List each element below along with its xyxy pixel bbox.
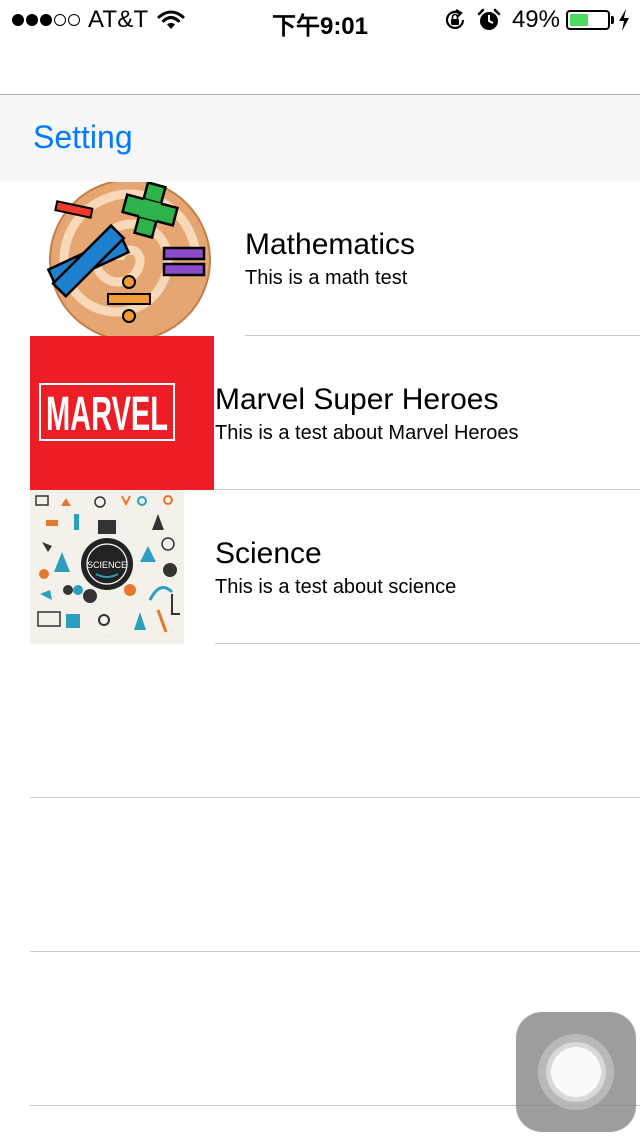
svg-text:· · · · · ·: · · · · · · bbox=[100, 634, 114, 639]
app-screen: AT&T 下午9:01 49% Setting Mathematics This… bbox=[0, 0, 640, 1136]
marvel-logo-text: MARVEL bbox=[46, 388, 168, 441]
assistive-touch-button[interactable] bbox=[516, 1012, 636, 1132]
battery-cap bbox=[611, 16, 614, 24]
row-title: Science bbox=[215, 537, 322, 570]
battery-percent: 49% bbox=[511, 6, 560, 33]
science-logo-text: SCIENCE bbox=[87, 560, 127, 570]
charging-bolt-icon bbox=[619, 9, 629, 31]
row-subtitle: This is a test about science bbox=[215, 576, 457, 598]
navigation-bar: Setting bbox=[0, 94, 640, 182]
status-bar: AT&T 下午9:01 49% bbox=[0, 0, 640, 40]
table-row-science[interactable]: SCIENCE · · · · · · Science This is a te… bbox=[0, 490, 640, 644]
row-text: Mathematics This is a math test bbox=[245, 227, 415, 291]
row-text: Science This is a test about science bbox=[215, 536, 456, 600]
battery-icon bbox=[566, 10, 610, 30]
marvel-logo: MARVEL bbox=[30, 336, 214, 490]
empty-table-row bbox=[0, 798, 640, 952]
row-subtitle: This is a test about Marvel Heroes bbox=[215, 422, 519, 444]
row-subtitle: This is a math test bbox=[245, 267, 408, 289]
row-text: Marvel Super Heroes This is a test about… bbox=[215, 382, 518, 446]
back-button[interactable]: Setting bbox=[33, 119, 133, 156]
battery-level-fill bbox=[570, 14, 588, 26]
assistive-touch-center bbox=[551, 1047, 601, 1097]
status-right: 49% bbox=[442, 6, 630, 34]
marvel-logo-mark: MARVEL bbox=[30, 336, 184, 490]
tests-table: Mathematics This is a math test MARVEL M… bbox=[0, 182, 640, 1106]
empty-table-row bbox=[0, 644, 640, 798]
math-symbols-icon bbox=[30, 182, 214, 336]
alarm-icon bbox=[477, 8, 501, 30]
row-title: Mathematics bbox=[245, 228, 416, 261]
table-row-marvel[interactable]: MARVEL Marvel Super Heroes This is a tes… bbox=[0, 336, 640, 490]
row-title: Marvel Super Heroes bbox=[215, 383, 499, 416]
table-row-mathematics[interactable]: Mathematics This is a math test bbox=[0, 182, 640, 336]
science-collage-icon: SCIENCE · · · · · · bbox=[30, 490, 184, 644]
rotation-lock-icon bbox=[445, 9, 465, 29]
